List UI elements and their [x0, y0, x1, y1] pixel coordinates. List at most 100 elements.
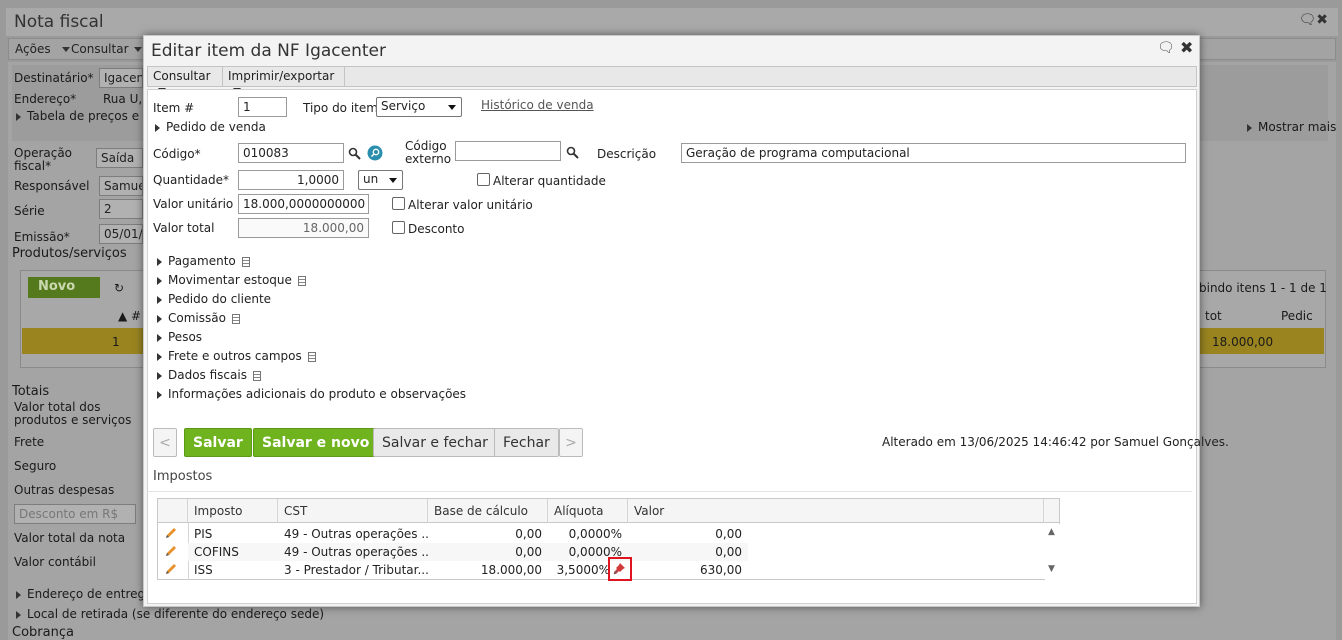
section-dados-fiscais[interactable]: Dados fiscais: [157, 368, 261, 382]
section-movimentar-estoque[interactable]: Movimentar estoque: [157, 273, 306, 287]
aliquota-cell: 3,5000%: [556, 563, 610, 577]
table-header-edit: [158, 499, 188, 523]
table-scrollbar[interactable]: ▲ ▼: [1045, 524, 1060, 580]
scroll-down-icon[interactable]: ▼: [1048, 564, 1055, 574]
note-icon: [252, 370, 261, 381]
tipo-item-label: Tipo do item: [303, 101, 378, 115]
aliquota-cell: 0,0000%: [568, 527, 622, 541]
menu-imprimir-exportar[interactable]: Imprimir/exportar: [223, 67, 345, 93]
cst-cell: 49 - Outras operações ...: [284, 527, 428, 541]
table-header[interactable]: Base de cálculo: [428, 499, 548, 523]
descricao-input[interactable]: Geração de programa computacional: [681, 143, 1186, 163]
note-icon: [241, 256, 250, 267]
pedido-venda-toggle[interactable]: Pedido de venda: [155, 120, 266, 134]
search-icon[interactable]: [348, 147, 361, 160]
advanced-search-icon[interactable]: [367, 145, 383, 161]
bg-row-num: 1: [112, 335, 120, 349]
bg-label: Responsável: [14, 179, 90, 193]
table-header[interactable]: Valor: [628, 499, 1044, 523]
triangle-right-icon: [157, 295, 162, 304]
valor-unitario-label: Valor unitário: [153, 197, 234, 211]
bg-label: Série: [14, 204, 45, 218]
triangle-right-icon: [16, 590, 21, 599]
bg-label: Seguro: [14, 459, 57, 473]
valor-cell: 630,00: [700, 563, 742, 577]
edit-item-modal: Editar item da NF Igacenter 🗨 ✖ Consulta…: [143, 35, 1229, 607]
alterar-quantidade-checkbox[interactable]: [477, 173, 490, 186]
descricao-label: Descrição: [597, 147, 657, 161]
imposto-cell: COFINS: [194, 545, 239, 559]
codigo-externo-label: Código externo: [405, 139, 452, 166]
chevron-down-icon: [134, 47, 142, 52]
bg-label: Outras despesas: [14, 483, 115, 497]
codigo-input[interactable]: 010083: [238, 143, 344, 163]
bg-value: Rua U,: [103, 92, 143, 106]
note-icon: [307, 351, 316, 362]
salvar-button[interactable]: Salvar: [184, 428, 252, 457]
base-cell: 0,00: [515, 527, 542, 541]
pencil-icon[interactable]: [164, 526, 178, 540]
search-icon[interactable]: [566, 146, 579, 159]
pencil-icon[interactable]: [164, 544, 178, 558]
tipo-item-select[interactable]: Serviço: [376, 97, 462, 117]
quantidade-label: Quantidade*: [153, 173, 230, 187]
imposto-cell: ISS: [194, 563, 213, 577]
background-title: Nota fiscal: [14, 12, 104, 32]
chat-icon[interactable]: 🗨: [1157, 40, 1175, 56]
triangle-right-icon: [16, 112, 21, 121]
fechar-button[interactable]: Fechar: [494, 428, 559, 457]
bg-input: Samuel: [99, 176, 143, 196]
section-informacoes-adicionais[interactable]: Informações adicionais do produto e obse…: [157, 387, 466, 401]
triangle-right-icon: [157, 371, 162, 380]
section-frete[interactable]: Frete e outros campos: [157, 349, 316, 363]
bg-grid-header: Pedic: [1281, 309, 1313, 323]
menu-consultar[interactable]: Consultar: [148, 67, 223, 93]
chevron-down-icon: [448, 105, 456, 110]
menu-acoes: Ações: [15, 42, 51, 56]
valor-total-label: Valor total: [153, 221, 215, 235]
scroll-up-icon[interactable]: ▲: [1048, 527, 1055, 537]
table-header[interactable]: CST: [278, 499, 428, 523]
note-icon: [231, 313, 240, 324]
close-icon[interactable]: ✖: [1180, 38, 1193, 57]
section-pesos[interactable]: Pesos: [157, 330, 202, 344]
quantidade-input[interactable]: 1,0000: [238, 170, 344, 190]
desconto-checkbox[interactable]: [392, 221, 405, 234]
triangle-right-icon: [157, 276, 162, 285]
bg-grid-header: tot: [1205, 309, 1222, 323]
pencil-icon[interactable]: [164, 562, 178, 576]
next-button[interactable]: >: [559, 428, 583, 457]
bg-label: Local de retirada (se diferente do ender…: [16, 607, 324, 621]
bg-mostrar-mais: Mostrar mais: [1247, 120, 1336, 134]
modal-title: Editar item da NF Igacenter: [151, 41, 386, 61]
pin-icon[interactable]: [611, 561, 627, 577]
section-comissao[interactable]: Comissão: [157, 311, 240, 325]
unidade-select[interactable]: un: [358, 170, 403, 190]
salvar-novo-button[interactable]: Salvar e novo: [253, 428, 379, 457]
bg-input: 2: [99, 199, 143, 219]
valor-total-input: 18.000,00: [238, 218, 369, 238]
section-pagamento[interactable]: Pagamento: [157, 254, 250, 268]
triangle-right-icon: [157, 390, 162, 399]
divider: [147, 491, 1192, 492]
item-number-input[interactable]: 1: [238, 97, 287, 117]
valor-unitario-input[interactable]: 18.000,0000000000: [238, 194, 369, 214]
historico-venda-link[interactable]: Histórico de venda: [481, 98, 594, 112]
impostos-title: Impostos: [153, 469, 213, 484]
cst-cell: 3 - Prestador / Tributar...: [284, 563, 428, 577]
triangle-right-icon: [1247, 123, 1252, 132]
bg-desconto-select: Desconto em R$: [14, 504, 136, 524]
table-header[interactable]: Imposto: [188, 499, 278, 523]
cst-cell: 49 - Outras operações ...: [284, 545, 428, 559]
bg-novo-button: Novo: [28, 277, 100, 298]
bg-row-total: 18.000,00: [1212, 335, 1274, 349]
codigo-externo-input[interactable]: [455, 141, 561, 161]
salvar-fechar-button[interactable]: Salvar e fechar: [373, 428, 497, 457]
bg-label: Tabela de preços e r: [16, 109, 148, 123]
item-label: Item #: [153, 101, 195, 115]
section-pedido-cliente[interactable]: Pedido do cliente: [157, 292, 271, 306]
prev-button[interactable]: <: [153, 428, 177, 457]
alterar-valor-unitario-checkbox[interactable]: [392, 197, 405, 210]
triangle-right-icon: [16, 610, 21, 619]
table-header[interactable]: Alíquota: [548, 499, 628, 523]
